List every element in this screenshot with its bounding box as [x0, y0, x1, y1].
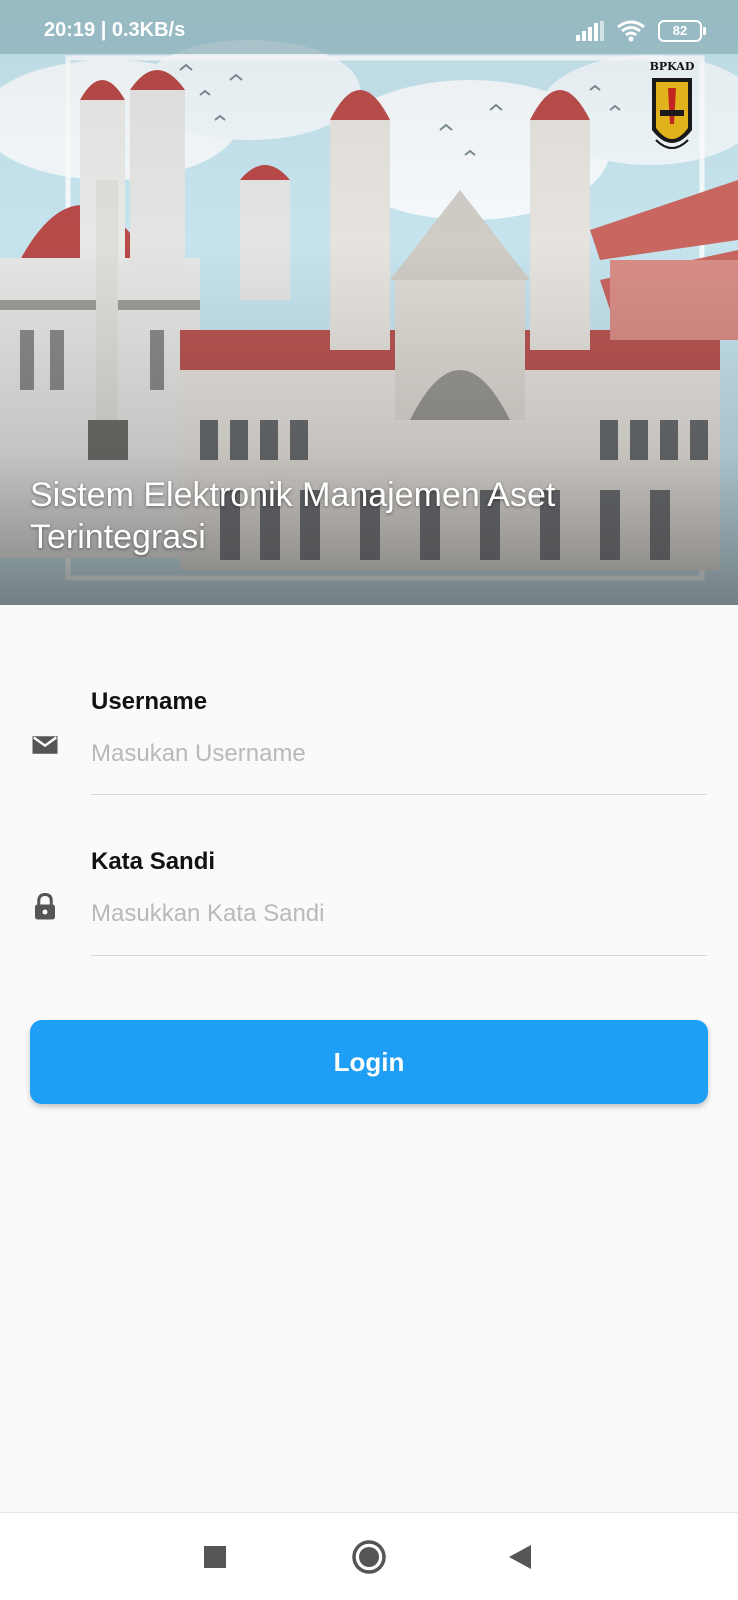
battery-icon: 82 — [658, 20, 706, 42]
logo-text: BPKAD — [649, 60, 695, 73]
nav-home-button[interactable] — [347, 1535, 391, 1579]
square-icon — [204, 1546, 226, 1568]
lock-icon — [35, 892, 55, 920]
header-banner: BPKAD Sistem Elektronik Manajemen Aset T… — [0, 0, 738, 605]
triangle-back-icon — [509, 1545, 531, 1569]
password-underline — [91, 955, 707, 956]
username-label: Username — [91, 688, 208, 715]
status-time: 20:19 | 0.3KB/s — [44, 19, 186, 41]
username-input[interactable] — [91, 732, 707, 776]
signal-icon — [576, 21, 604, 41]
status-icons: 82 — [576, 20, 706, 42]
username-underline — [91, 794, 707, 795]
wifi-icon — [617, 20, 645, 42]
navigation-bar — [0, 1512, 738, 1600]
mail-icon — [32, 736, 58, 754]
bpkad-logo: BPKAD — [646, 60, 698, 165]
circle-icon — [352, 1540, 386, 1574]
password-label: Kata Sandi — [91, 848, 216, 875]
shield-emblem-icon — [652, 78, 692, 149]
nav-back-button[interactable] — [498, 1535, 542, 1579]
app-title: Sistem Elektronik Manajemen Aset Terinte… — [30, 476, 556, 556]
password-input[interactable] — [91, 892, 707, 936]
login-button[interactable]: Login — [30, 1020, 708, 1104]
status-bar: 20:19 | 0.3KB/s 82 — [0, 0, 738, 54]
nav-recents-button[interactable] — [193, 1535, 237, 1579]
